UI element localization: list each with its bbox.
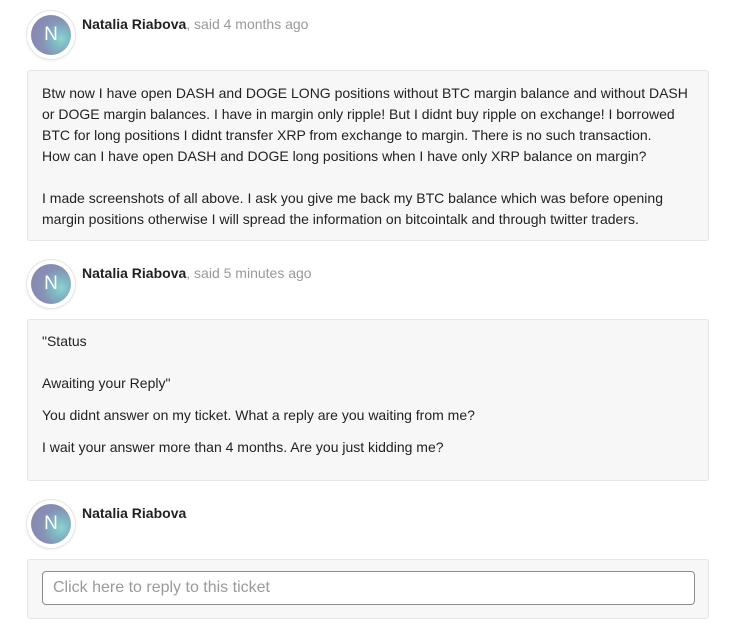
avatar: N <box>27 260 75 308</box>
author-name: Natalia Riabova <box>82 265 187 281</box>
comment-paragraph: How can I have open DASH and DOGE long p… <box>42 148 647 164</box>
avatar: N <box>27 11 75 59</box>
comment-header: Natalia Riabova, said 4 months ago <box>82 16 308 32</box>
comment-paragraph: You didnt answer on my ticket. What a re… <box>42 407 475 423</box>
avatar: N <box>27 500 75 548</box>
comment-paragraph: I made screenshots of all above. I ask y… <box>42 190 663 227</box>
comment-timestamp: , said 5 minutes ago <box>186 265 312 281</box>
comment-paragraph: I wait your answer more than 4 months. A… <box>42 439 444 455</box>
avatar-initial: N <box>44 273 58 294</box>
reply-author: Natalia Riabova <box>82 505 186 521</box>
comment-paragraph: Btw now I have open DASH and DOGE LONG p… <box>42 85 688 143</box>
avatar-initial: N <box>44 24 58 45</box>
comment-body: Btw now I have open DASH and DOGE LONG p… <box>27 70 709 241</box>
comment-paragraph: Awaiting your Reply" <box>42 375 171 391</box>
author-name: Natalia Riabova <box>82 16 187 32</box>
comment-paragraph: "Status <box>42 333 87 349</box>
comment-body: "Status Awaiting your Reply" You didnt a… <box>27 319 709 481</box>
author-name: Natalia Riabova <box>82 505 187 521</box>
comment-header: Natalia Riabova, said 5 minutes ago <box>82 265 312 281</box>
avatar-initial: N <box>44 513 58 534</box>
reply-input[interactable] <box>42 571 695 605</box>
comment-timestamp: , said 4 months ago <box>186 16 309 32</box>
